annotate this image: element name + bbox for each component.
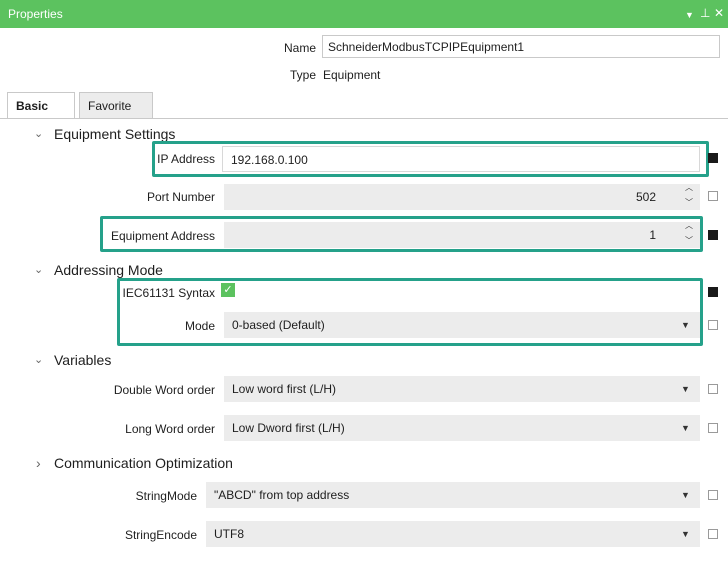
dropdown-arrow-icon[interactable]: ▼ (681, 423, 690, 433)
highlight-equipment-address (100, 216, 703, 252)
tab-basic[interactable]: Basic (7, 92, 75, 120)
string-mode-dropdown[interactable]: "ABCD" from top address (206, 482, 700, 508)
favorite-checkbox-sencode[interactable] (708, 529, 718, 539)
panel-title-bar: Properties ▼ ⊥ ✕ (0, 0, 728, 28)
double-word-order-dropdown[interactable]: Low word first (L/H) (224, 376, 700, 402)
name-label: Name (283, 41, 316, 55)
dropdown-arrow-icon[interactable]: ▼ (681, 490, 690, 500)
collapse-chevron-icon[interactable]: ⌄ (34, 127, 43, 140)
double-word-order-label: Double Word order (113, 383, 215, 397)
favorite-marker-address[interactable] (708, 230, 718, 240)
favorite-checkbox-mode[interactable] (708, 320, 718, 330)
string-encode-label: StringEncode (124, 528, 197, 542)
expand-chevron-icon[interactable]: › (36, 455, 41, 471)
spin-up-icon[interactable]: ︿ (684, 184, 694, 192)
section-equipment-settings[interactable]: Equipment Settings (54, 126, 175, 142)
name-field[interactable]: SchneiderModbusTCPIPEquipment1 (322, 35, 720, 58)
tab-favorite[interactable]: Favorite (79, 92, 153, 119)
highlight-addressing-mode (117, 278, 703, 346)
section-addressing-mode[interactable]: Addressing Mode (54, 262, 163, 278)
favorite-checkbox-smode[interactable] (708, 490, 718, 500)
port-number-label: Port Number (146, 190, 215, 204)
string-encode-dropdown[interactable]: UTF8 (206, 521, 700, 547)
dropdown-arrow-icon[interactable]: ▼ (681, 384, 690, 394)
string-mode-label: StringMode (135, 489, 197, 503)
long-word-order-label: Long Word order (125, 422, 215, 436)
port-number-input[interactable]: 502 (224, 184, 700, 210)
favorite-marker-ip[interactable] (708, 153, 718, 163)
section-communication-optimization[interactable]: Communication Optimization (54, 455, 233, 471)
collapse-chevron-icon[interactable]: ⌄ (34, 353, 43, 366)
favorite-checkbox-port[interactable] (708, 191, 718, 201)
collapse-chevron-icon[interactable]: ⌄ (34, 263, 43, 276)
long-word-order-dropdown[interactable]: Low Dword first (L/H) (224, 415, 700, 441)
highlight-ip-address (152, 141, 709, 177)
close-icon[interactable]: ✕ (714, 6, 724, 20)
section-variables[interactable]: Variables (54, 352, 111, 368)
pin-icon[interactable]: ⊥ (700, 6, 710, 20)
type-value: Equipment (323, 68, 381, 82)
favorite-checkbox-dword[interactable] (708, 384, 718, 394)
spin-down-icon[interactable]: ﹀ (684, 199, 694, 207)
favorite-checkbox-lword[interactable] (708, 423, 718, 433)
favorite-marker-iec[interactable] (708, 287, 718, 297)
panel-title: Properties (8, 7, 63, 21)
type-label: Type (289, 68, 316, 82)
dropdown-arrow-icon[interactable]: ▼ (681, 529, 690, 539)
panel-menu-dropdown-icon[interactable]: ▼ (685, 8, 694, 22)
